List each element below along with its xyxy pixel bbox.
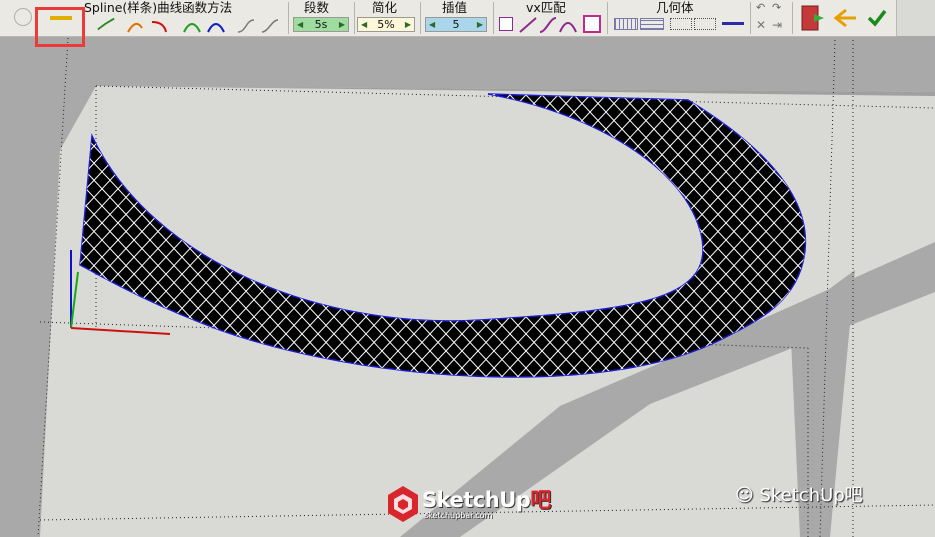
s-curve-icon[interactable] — [236, 16, 256, 36]
separator — [420, 2, 421, 34]
segments-label: 段数 — [304, 0, 330, 15]
simplify-value: 5% — [377, 18, 395, 31]
simplify-stepper[interactable]: ◀ 5% ▶ — [357, 17, 415, 32]
wechat-text: SketchUp吧 — [759, 485, 863, 506]
separator — [288, 2, 289, 34]
back-arrow-icon[interactable] — [834, 8, 858, 28]
arc-red-icon[interactable] — [150, 16, 170, 36]
dashline-icon[interactable] — [722, 22, 744, 25]
separator — [750, 2, 751, 34]
spline-toolbar: Spline(样条)曲线函数方法 段数 ◀ 5s ▶ 简化 ◀ 5% ▶ 插值 ◀ 5 ▶ … — [0, 0, 897, 37]
brand-url: sketchupbar.com — [424, 511, 493, 520]
grid-horizontal-icon[interactable] — [640, 18, 664, 30]
slope-icon[interactable] — [518, 15, 538, 35]
wechat-icon: ☺ — [735, 485, 760, 506]
grid-vertical-icon[interactable] — [614, 18, 638, 30]
circle-icon[interactable] — [14, 8, 32, 26]
segments-value: 5s — [314, 18, 328, 31]
brand-suffix: 吧 — [530, 488, 551, 512]
brand-title: SketchUp吧 — [422, 484, 551, 514]
3d-viewport[interactable] — [0, 0, 935, 537]
segments-stepper[interactable]: ◀ 5s ▶ — [293, 17, 349, 32]
simplify-label: 简化 — [372, 0, 398, 15]
interp-stepper[interactable]: ◀ 5 ▶ — [425, 17, 487, 32]
arch-purple-icon[interactable] — [558, 15, 578, 35]
separator — [792, 2, 793, 34]
separator — [493, 2, 494, 34]
wechat-watermark: ☺ SketchUp吧 — [735, 481, 863, 507]
arch-green-icon[interactable] — [182, 16, 202, 36]
arch-blue-icon[interactable] — [206, 16, 226, 36]
interp-value: 5 — [452, 18, 460, 31]
vx-match-label: vx匹配 — [526, 0, 566, 15]
undo-icon[interactable]: ↶ — [756, 2, 770, 14]
curve-purple-icon[interactable] — [538, 15, 558, 35]
checkmark-icon[interactable] — [866, 8, 888, 28]
fast-forward-icon[interactable]: ⇥ — [772, 18, 786, 32]
redo-icon[interactable]: ↷ — [772, 2, 786, 14]
separator — [354, 2, 355, 34]
bezier-icon[interactable] — [96, 14, 116, 34]
arc-orange-icon[interactable] — [126, 16, 146, 36]
s-curve-alt-icon[interactable] — [260, 16, 280, 36]
brand-main: SketchUp — [422, 488, 531, 512]
exit-door-icon[interactable] — [800, 4, 826, 32]
spline-title: Spline(样条)曲线函数方法 — [84, 0, 233, 15]
frame-icon[interactable] — [583, 15, 601, 33]
sketchup-logo-icon — [388, 486, 418, 522]
equal-icon[interactable] — [499, 17, 513, 31]
separator — [607, 2, 608, 34]
box-dotted-icon[interactable] — [670, 18, 692, 30]
box-dotted-alt-icon[interactable] — [694, 18, 716, 30]
interp-label: 插值 — [442, 0, 468, 15]
geometry-label: 几何体 — [656, 0, 694, 15]
cancel-icon[interactable]: ✕ — [756, 18, 770, 32]
highlight-box — [35, 7, 85, 47]
